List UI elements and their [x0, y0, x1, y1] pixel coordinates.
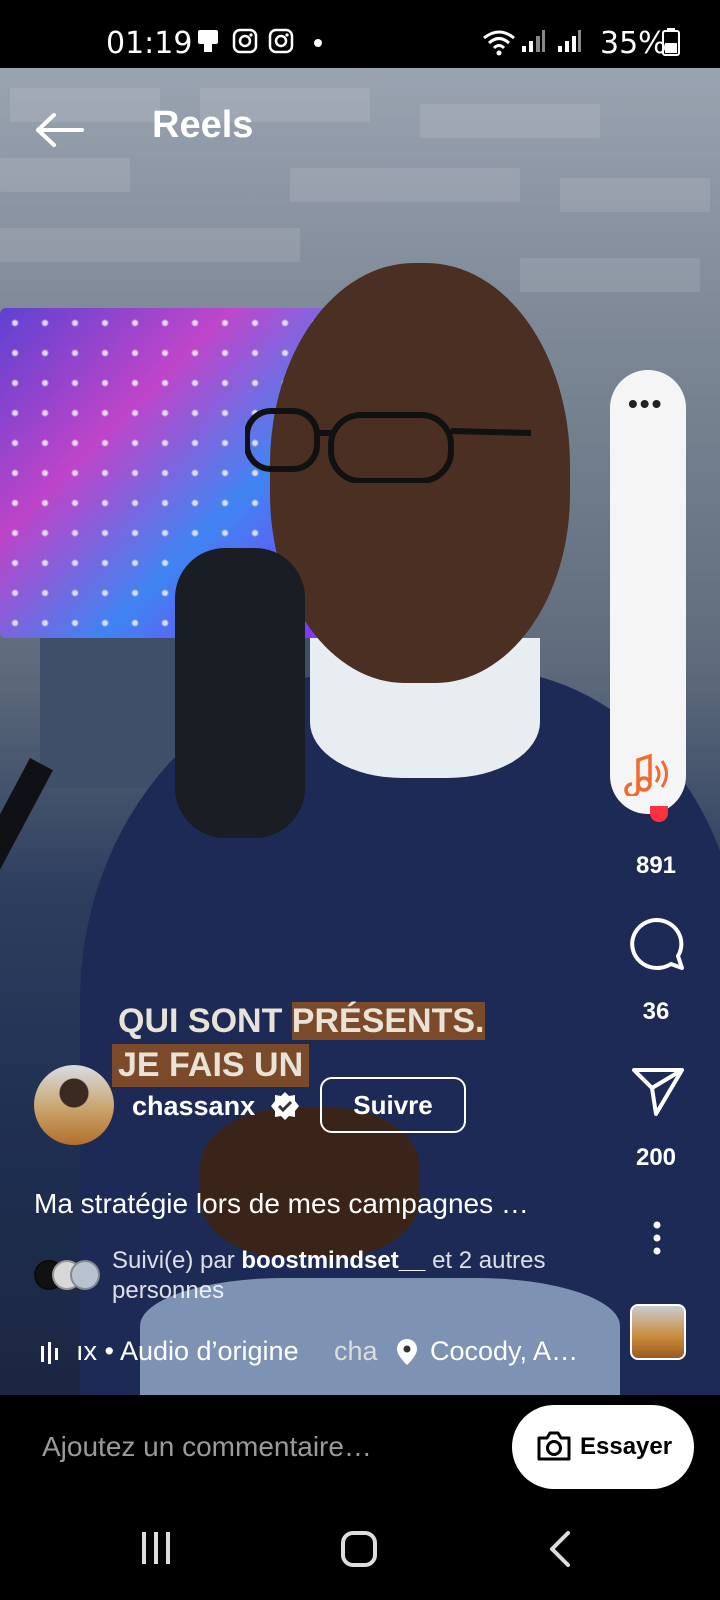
try-camera-button[interactable]: Essayer	[512, 1405, 694, 1489]
audio-thumbnail[interactable]	[630, 1304, 686, 1360]
wall-brick	[290, 168, 520, 202]
instagram-icon	[268, 28, 294, 54]
back-arrow-icon[interactable]	[34, 112, 84, 148]
wall-brick	[0, 228, 300, 262]
author-row: chassanx Suivre	[34, 1065, 594, 1151]
audio-row[interactable]: ıx • Audio d’origine cha Cocody, A…	[40, 1334, 600, 1374]
more-options-icon[interactable]: •••	[628, 388, 663, 420]
like-count: 891	[635, 852, 677, 879]
comment-icon[interactable]	[628, 916, 686, 974]
comment-bar: Ajoutez un commentaire… Essayer	[0, 1395, 720, 1500]
home-icon[interactable]	[340, 1530, 378, 1568]
reels-header: Reels	[0, 100, 720, 160]
verified-badge-icon	[271, 1092, 299, 1120]
followed-by-text: Suivi(e) par boostmindset__ et 2 autres …	[112, 1247, 546, 1304]
signal-icon	[558, 30, 581, 52]
follower-avatar	[70, 1260, 100, 1290]
battery-icon	[662, 28, 680, 56]
follow-button[interactable]: Suivre	[320, 1077, 466, 1133]
notification-icon	[198, 30, 218, 52]
microphone	[175, 548, 305, 838]
wifi-icon	[483, 30, 515, 56]
battery-percent: 35%	[600, 26, 667, 61]
location-label[interactable]: Cocody, A…	[430, 1336, 578, 1367]
system-nav-bar	[0, 1500, 720, 1600]
avatar[interactable]	[34, 1065, 114, 1145]
mic-arm	[0, 758, 53, 1230]
signal-icon	[522, 30, 545, 52]
share-icon[interactable]	[630, 1066, 686, 1118]
audio-bars-icon	[41, 1342, 58, 1364]
audio-label[interactable]: ıx • Audio d’origine	[76, 1336, 299, 1367]
back-nav-icon[interactable]	[548, 1530, 572, 1568]
comment-count: 36	[642, 998, 670, 1025]
try-label: Essayer	[580, 1433, 673, 1460]
status-time: 01:19	[106, 26, 193, 61]
dot-icon	[314, 39, 322, 47]
video-subtitle-line1: QUI SONT PRÉSENTS.	[118, 1002, 485, 1040]
wall-brick	[520, 258, 700, 292]
wall-brick	[560, 178, 710, 212]
sound-on-icon[interactable]	[624, 752, 672, 796]
more-vertical-icon[interactable]	[650, 1220, 664, 1256]
instagram-icon	[232, 28, 258, 54]
status-bar: 01:19 35%	[0, 0, 720, 68]
recent-apps-icon[interactable]	[138, 1530, 174, 1566]
audio-user[interactable]: cha	[334, 1336, 378, 1367]
follower-avatars	[34, 1260, 100, 1290]
share-count: 200	[635, 1144, 677, 1171]
wall-brick	[0, 158, 130, 192]
reel-caption[interactable]: Ma stratégie lors de mes campagnes …	[34, 1188, 529, 1220]
page-title: Reels	[152, 104, 254, 146]
username[interactable]: chassanx	[132, 1091, 255, 1122]
sound-panel[interactable]: •••	[610, 370, 686, 814]
camera-icon	[537, 1431, 571, 1461]
glasses	[245, 408, 532, 483]
location-pin-icon	[397, 1339, 417, 1365]
comment-input[interactable]: Ajoutez un commentaire…	[42, 1431, 372, 1463]
